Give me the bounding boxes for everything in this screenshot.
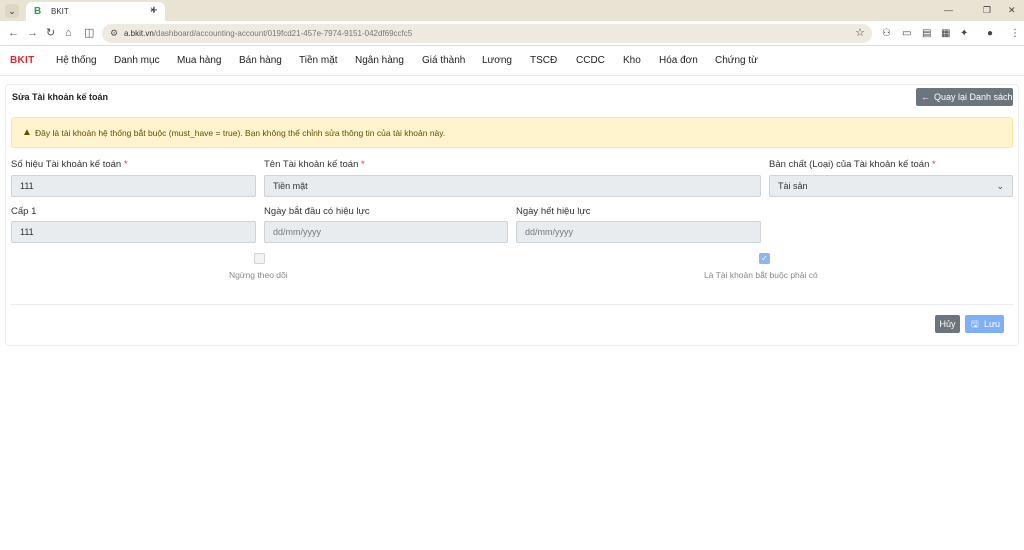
new-tab-icon[interactable]: + (150, 3, 158, 17)
save-button-label: Lưu (984, 319, 1001, 329)
account-number-label-text: Số hiệu Tài khoản kế toán (11, 159, 122, 170)
browser-menu-icon[interactable]: ⋮ (1010, 28, 1020, 39)
checkmark-icon: ✓ (761, 254, 768, 263)
warning-message: Đây là tài khoản hệ thống bắt buộc (must… (35, 128, 446, 138)
address-bar[interactable]: ⚙ a.bkit.vn/dashboard/accounting-account… (102, 24, 872, 43)
cancel-button[interactable]: Hủy (935, 315, 960, 333)
restore-icon[interactable]: ❐ (983, 4, 991, 16)
back-icon[interactable]: ← (8, 27, 19, 39)
window-close-icon[interactable]: ✕ (1008, 4, 1016, 16)
forward-icon[interactable]: → (27, 27, 38, 39)
required-mark: * (932, 159, 936, 170)
nav-mua-hang[interactable]: Mua hàng (177, 55, 221, 67)
required-mark: * (361, 159, 365, 170)
nav-danh-muc[interactable]: Danh mục (114, 55, 160, 67)
account-nature-label: Bản chất (Loại) của Tài khoản kế toán * (769, 159, 936, 171)
nav-ccdc[interactable]: CCDC (576, 55, 605, 67)
account-name-label-text: Tên Tài khoản kế toán (264, 159, 359, 170)
nav-ban-hang[interactable]: Bán hàng (239, 55, 282, 67)
nav-luong[interactable]: Lương (482, 55, 512, 67)
nav-hoa-don[interactable]: Hóa đơn (659, 55, 698, 67)
tab-search-icon[interactable]: ⌄ (5, 4, 19, 18)
split-view-icon[interactable]: ◫ (84, 27, 94, 39)
puzzle-icon[interactable]: ✦ (960, 28, 968, 39)
nav-kho[interactable]: Kho (623, 55, 641, 67)
main-navbar: BKIT Hệ thống Danh mục Mua hàng Bán hàng… (0, 46, 1024, 76)
stop-tracking-checkbox[interactable] (254, 253, 265, 264)
account-name-field[interactable]: Tiền mặt (264, 175, 761, 197)
account-name-label: Tên Tài khoản kế toán * (264, 159, 365, 171)
save-icon: 🖫 (971, 319, 979, 329)
nav-he-thong[interactable]: Hệ thống (56, 55, 97, 67)
nav-tien-mat[interactable]: Tiền mặt (299, 55, 338, 67)
bookmark-star-icon[interactable]: ☆ (855, 27, 865, 39)
extension-icon[interactable]: ⚇ (882, 28, 891, 39)
mandatory-label: Là Tài khoản bắt buộc phải có (704, 270, 818, 280)
effective-end-date-input[interactable]: dd/mm/yyyy (516, 221, 761, 243)
reload-icon[interactable]: ↻ (46, 27, 55, 39)
nav-gia-thanh[interactable]: Giá thành (422, 55, 465, 67)
home-icon[interactable]: ⌂ (65, 27, 72, 39)
required-mark: * (123, 159, 128, 170)
account-nature-value: Tài sản (778, 181, 808, 191)
brand-logo[interactable]: BKIT (10, 55, 35, 67)
url-path: /dashboard/accounting-account/019fcd21-4… (153, 29, 413, 38)
browser-tab-bar: ⌄ B BKIT × + — ❐ ✕ (0, 0, 1024, 21)
chevron-down-icon: ⌄ (996, 181, 1004, 191)
level-field[interactable]: 111 (11, 221, 256, 243)
favicon-icon: B (34, 6, 42, 17)
effective-end-label: Ngày hết hiệu lực (516, 206, 591, 217)
back-to-list-label: Quay lại Danh sách (934, 92, 1013, 102)
account-nature-label-text: Bản chất (Loại) của Tài khoản kế toán (769, 159, 930, 170)
level-label: Cấp 1 (11, 206, 37, 217)
mandatory-checkbox[interactable]: ✓ (759, 253, 770, 264)
form-divider (11, 304, 1013, 305)
grid-icon[interactable]: ▦ (941, 28, 950, 39)
account-number-field[interactable]: 111 (11, 175, 256, 197)
back-to-list-button[interactable]: ← Quay lại Danh sách (916, 88, 1013, 106)
stop-tracking-label: Ngừng theo dõi (229, 270, 288, 280)
effective-start-label: Ngày bắt đầu có hiệu lực (264, 206, 370, 217)
page-title: Sửa Tài khoản kế toán (12, 92, 109, 102)
profile-avatar-icon[interactable]: ● (987, 28, 993, 39)
effective-start-date-input[interactable]: dd/mm/yyyy (264, 221, 508, 243)
warning-alert: ▲ Đây là tài khoản hệ thống bắt buộc (mu… (11, 117, 1013, 148)
nav-chung-tu[interactable]: Chứng từ (715, 55, 758, 67)
url-domain: a.bkit.vn (124, 29, 154, 38)
account-nature-select[interactable]: Tài sản ⌄ (769, 175, 1013, 197)
nav-tscd[interactable]: TSCĐ (530, 55, 557, 67)
minimize-icon[interactable]: — (944, 4, 953, 16)
nav-ngan-hang[interactable]: Ngân hàng (355, 55, 404, 67)
account-number-label: Số hiệu Tài khoản kế toán * (11, 159, 128, 171)
site-info-icon[interactable]: ⚙ (110, 28, 118, 39)
tab-title: BKIT (51, 7, 69, 16)
arrow-left-icon: ← (921, 92, 930, 102)
warning-icon: ▲ (22, 127, 32, 138)
card-icon[interactable]: ▭ (902, 28, 911, 39)
save-button[interactable]: 🖫 Lưu (965, 315, 1004, 333)
url-text: a.bkit.vn/dashboard/accounting-account/0… (124, 28, 412, 39)
browser-tab[interactable]: B BKIT × (26, 2, 165, 21)
reader-icon[interactable]: ▤ (922, 28, 931, 39)
browser-toolbar: ← → ↻ ⌂ ◫ ⚙ a.bkit.vn/dashboard/accounti… (0, 21, 1024, 46)
